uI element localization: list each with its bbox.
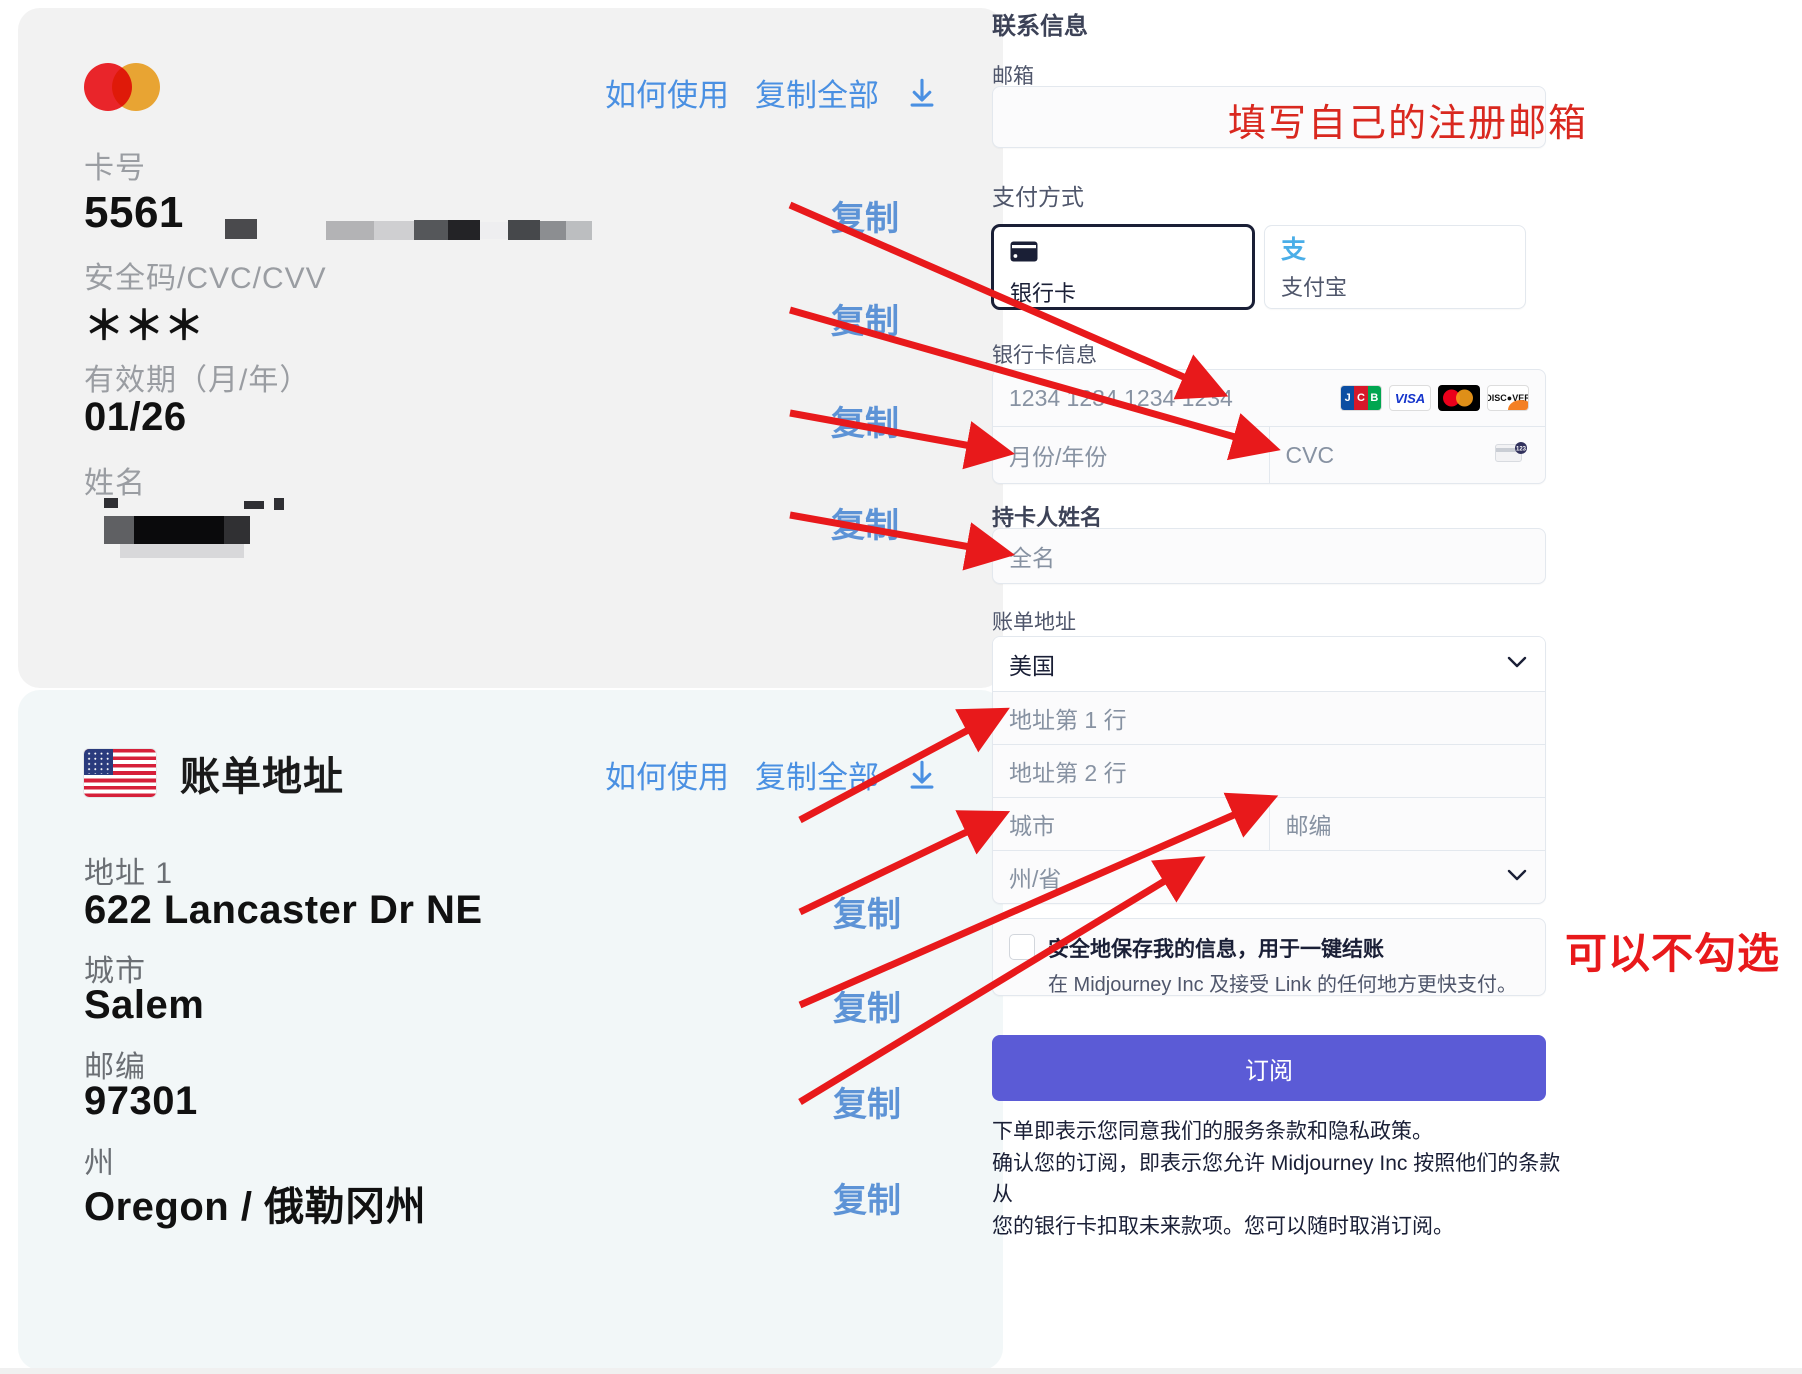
address-panel-actions: 如何使用 复制全部 (605, 752, 939, 797)
address-how-to-use-link[interactable]: 如何使用 (605, 752, 729, 797)
chevron-down-icon (1507, 655, 1527, 673)
card-copy-all-link[interactable]: 复制全部 (755, 70, 879, 115)
download-icon[interactable] (905, 75, 939, 111)
download-icon[interactable] (905, 757, 939, 793)
credit-card-icon (1010, 241, 1038, 266)
city-input[interactable]: 城市 (1009, 807, 1055, 841)
billing-address-panel: 账单地址 如何使用 复制全部 地址 1 622 Lancaster Dr NE … (18, 690, 1003, 1370)
bottom-divider (0, 1368, 1802, 1374)
card-panel-actions: 如何使用 复制全部 (605, 70, 939, 115)
cvc-label: 安全码/CVC/CVV (84, 262, 327, 295)
cardholder-name-redaction (84, 496, 384, 566)
cvc-hint-icon: 123 (1495, 441, 1529, 469)
card-info-group: 1234 1234 1234 1234 JCB VISA DISC●VER 月份… (992, 369, 1546, 484)
card-number-redaction (208, 213, 592, 240)
visa-icon: VISA (1389, 385, 1431, 411)
subscribe-button-wrap: 订阅 (992, 1035, 1546, 1101)
expiry-value: 01/26 (84, 395, 187, 439)
annotation-email-note: 填写自己的注册邮箱 (1228, 103, 1589, 145)
card-panel-header (84, 63, 160, 111)
save-info-title: 安全地保存我的信息，用于一键结账 (1048, 938, 1384, 961)
contact-heading: 联系信息 (992, 13, 1088, 40)
cvc-input[interactable]: CVC (1286, 442, 1335, 469)
billing-address-heading: 账单地址 (992, 611, 1076, 634)
billing-address-group: 美国 地址第 1 行 地址第 2 行 城市 邮编 州/省 (992, 636, 1546, 904)
address-panel-header: 账单地址 (84, 744, 344, 802)
payment-option-alipay-label: 支付宝 (1281, 275, 1348, 300)
legal-line-1: 下单即表示您同意我们的服务条款和隐私政策。 (992, 1120, 1433, 1143)
copy-card-number-button[interactable]: 复制 (831, 191, 899, 240)
expiry-input[interactable]: 月份/年份 (1009, 438, 1107, 472)
cvc-field[interactable]: CVC 123 (1270, 427, 1546, 483)
address-line1-input[interactable]: 地址第 1 行 (1009, 701, 1127, 735)
state-select[interactable]: 州/省 (993, 851, 1545, 903)
discover-icon: DISC●VER (1487, 385, 1529, 411)
payment-option-alipay[interactable]: 支 支付宝 (1264, 225, 1526, 309)
card-details-panel: 如何使用 复制全部 卡号 5561 复制 安全码/CVC/CVV ＊＊＊ 复制 … (18, 8, 1003, 688)
annotation-checkbox-note: 可以不勾选 (1565, 930, 1781, 977)
postal-input[interactable]: 邮编 (1286, 807, 1332, 841)
mastercard-icon (1438, 385, 1480, 411)
card-how-to-use-link[interactable]: 如何使用 (605, 70, 729, 115)
country-value: 美国 (1009, 653, 1055, 679)
mastercard-icon (84, 63, 160, 111)
country-select[interactable]: 美国 (993, 637, 1545, 691)
card-number-input[interactable]: 1234 1234 1234 1234 (1009, 385, 1233, 412)
postal-field[interactable]: 邮编 (1270, 798, 1546, 850)
expiry-label: 有效期（月/年） (84, 364, 311, 397)
address-line1-field[interactable]: 地址第 1 行 (993, 692, 1545, 744)
address-line2-input[interactable]: 地址第 2 行 (1009, 754, 1127, 788)
legal-line-3: 您的银行卡扣取未来款项。您可以随时取消订阅。 (992, 1214, 1454, 1238)
accepted-brands: JCB VISA DISC●VER (1340, 385, 1529, 411)
us-flag-icon (84, 749, 156, 797)
save-info-subtitle: 在 Midjourney Inc 及接受 Link 的任何地方更快支付。 (1048, 974, 1517, 996)
address-line2-field[interactable]: 地址第 2 行 (993, 745, 1545, 797)
stripe-checkout-form: 联系信息 邮箱 支付方式 银行卡 支 支付宝 银行卡信息 1234 1234 1… (992, 0, 1802, 1374)
address-state-value: Oregon / 俄勒冈州 (84, 1185, 427, 1229)
chevron-down-icon (1507, 868, 1527, 886)
cardholder-name-input[interactable]: 全名 (1009, 539, 1055, 573)
copy-address-postal-button[interactable]: 复制 (833, 1077, 901, 1126)
copy-address-state-button[interactable]: 复制 (833, 1173, 901, 1222)
cvc-value: ＊＊＊ (84, 304, 204, 348)
save-info-box[interactable]: 安全地保存我的信息，用于一键结账 在 Midjourney Inc 及接受 Li… (992, 918, 1546, 996)
city-field[interactable]: 城市 (993, 798, 1269, 850)
state-input[interactable]: 州/省 (1009, 860, 1061, 894)
screenshot-root: 如何使用 复制全部 卡号 5561 复制 安全码/CVC/CVV ＊＊＊ 复制 … (0, 0, 1802, 1374)
cardholder-name-field[interactable]: 全名 (992, 528, 1546, 584)
expiry-cvc-row: 月份/年份 CVC 123 (993, 427, 1545, 483)
address-copy-all-link[interactable]: 复制全部 (755, 752, 879, 797)
card-number-row[interactable]: 1234 1234 1234 1234 JCB VISA DISC●VER (993, 370, 1545, 426)
payment-option-card[interactable]: 银行卡 (992, 225, 1254, 309)
subscribe-button[interactable]: 订阅 (992, 1035, 1546, 1101)
copy-cardholder-name-button[interactable]: 复制 (831, 498, 899, 547)
copy-cvc-button[interactable]: 复制 (831, 294, 899, 343)
legal-line-2: 确认您的订阅，即表示您允许 Midjourney Inc 按照他们的条款从 (992, 1151, 1561, 1207)
jcb-icon: JCB (1340, 385, 1382, 411)
alipay-icon: 支 (1281, 236, 1307, 264)
card-number-value: 5561 (84, 188, 184, 237)
copy-address-city-button[interactable]: 复制 (833, 981, 901, 1030)
copy-expiry-button[interactable]: 复制 (831, 396, 899, 445)
copy-address-line1-button[interactable]: 复制 (833, 887, 901, 936)
address-postal-value: 97301 (84, 1079, 198, 1123)
left-info-pane: 如何使用 复制全部 卡号 5561 复制 安全码/CVC/CVV ＊＊＊ 复制 … (0, 0, 1010, 1374)
svg-text:123: 123 (1516, 446, 1527, 452)
payment-method-heading: 支付方式 (992, 184, 1084, 210)
address-city-value: Salem (84, 983, 205, 1027)
address-line1-label: 地址 1 (84, 857, 174, 890)
payment-option-card-label: 银行卡 (1010, 281, 1077, 306)
address-panel-title: 账单地址 (180, 755, 344, 799)
expiry-field[interactable]: 月份/年份 (993, 427, 1269, 483)
city-postal-row: 城市 邮编 (993, 798, 1545, 850)
card-info-heading: 银行卡信息 (992, 344, 1097, 367)
card-number-label: 卡号 (84, 152, 146, 185)
address-line1-value: 622 Lancaster Dr NE (84, 888, 483, 932)
save-info-checkbox[interactable] (1009, 934, 1035, 960)
legal-text: 下单即表示您同意我们的服务条款和隐私政策。 确认您的订阅，即表示您允许 Midj… (992, 1116, 1572, 1242)
